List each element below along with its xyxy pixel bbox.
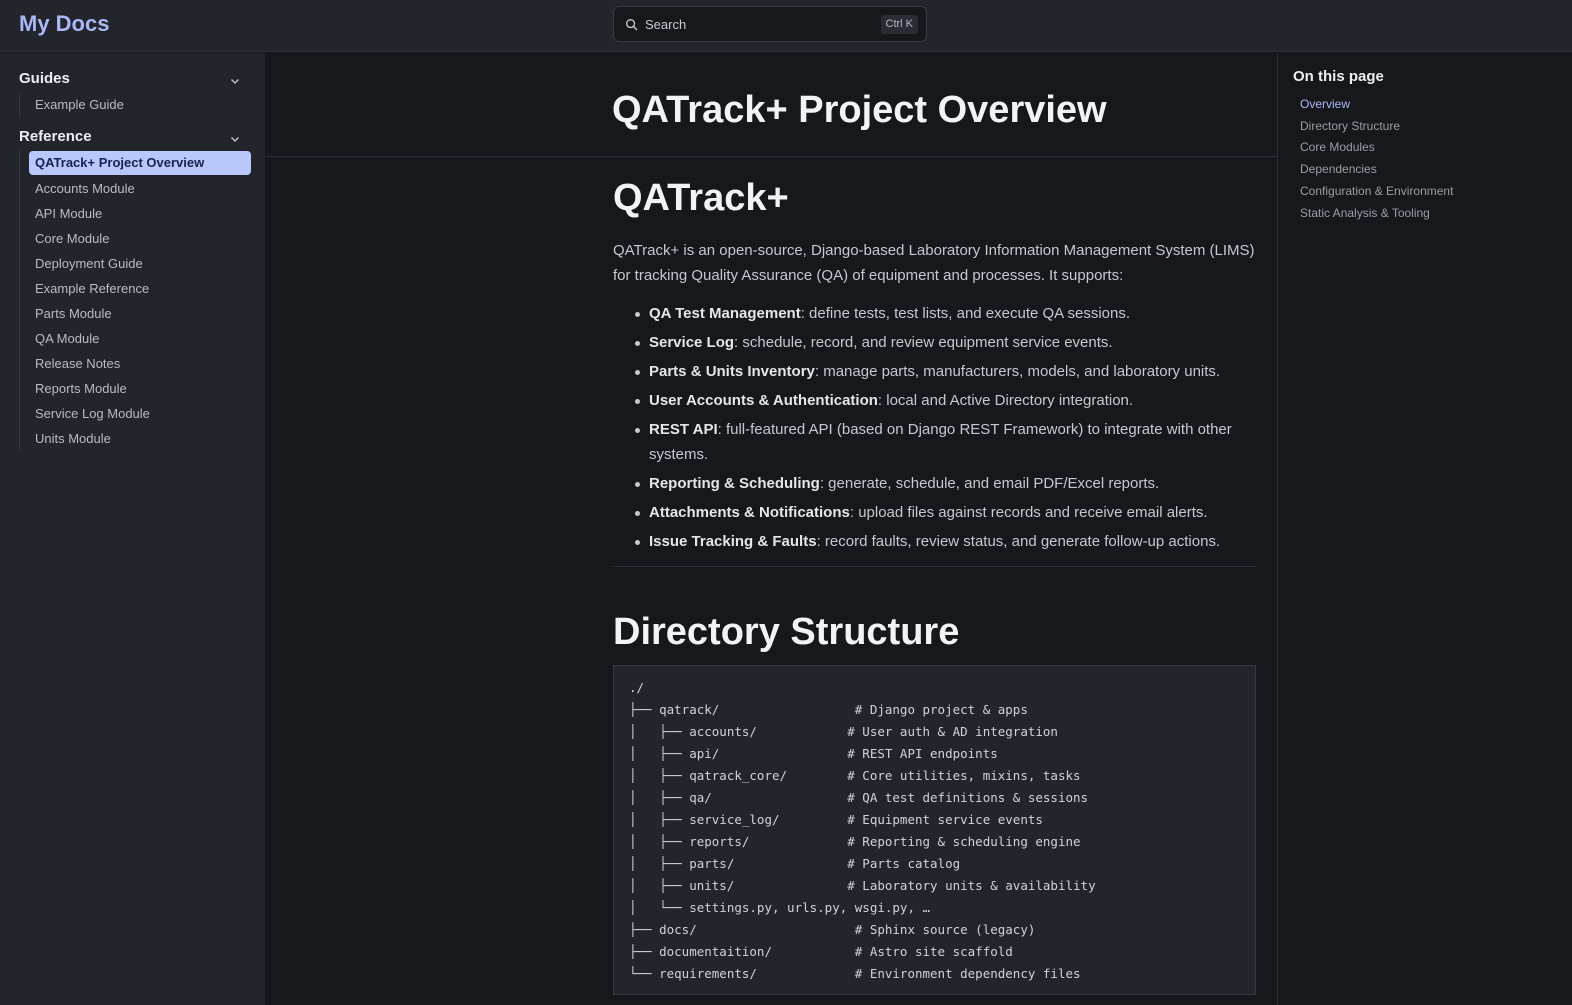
toc-link-directory-structure[interactable]: Directory Structure [1300,119,1400,133]
toc-link-static-analysis[interactable]: Static Analysis & Tooling [1300,206,1430,220]
feature-term: Service Log [649,334,735,351]
sidebar-item-accounts-module[interactable]: Accounts Module [29,177,251,201]
code-line: ./ [629,680,645,695]
feature-list: QA Test Management: define tests, test l… [613,301,1256,558]
sidebar-group-list: QATrack+ Project Overview Accounts Modul… [19,150,251,450]
top-header: My Docs Search Ctrl K [0,0,1572,52]
site-title-link[interactable]: My Docs [19,11,109,37]
feature-term: Issue Tracking & Faults [649,533,817,550]
sidebar-group-list: Example Guide [19,93,124,117]
feature-desc: : record faults, review status, and gene… [816,533,1221,550]
sidebar-group-title: Reference [19,128,92,145]
feature-term: Parts & Units Inventory [649,363,815,380]
sidebar-item-release-notes[interactable]: Release Notes [29,352,251,376]
code-line: ├── documentaition/ # Astro site scaffol… [629,944,1013,959]
feature-term: Attachments & Notifications [649,504,850,521]
feature-term: REST API [649,421,718,438]
sidebar-item-example-reference[interactable]: Example Reference [29,277,251,301]
list-item: Service Log: schedule, record, and revie… [613,330,1256,355]
search-shortcut-badge: Ctrl K [880,15,918,34]
sidebar-group-guides[interactable]: Guides [19,70,245,92]
list-item: Attachments & Notifications: upload file… [613,500,1256,525]
code-line: │ ├── service_log/ # Equipment service e… [629,812,1043,827]
list-item: REST API: full-featured API (based on Dj… [613,417,1256,467]
toc-link-overview[interactable]: Overview [1300,97,1350,111]
toc-link-dependencies[interactable]: Dependencies [1300,162,1377,176]
sidebar-item-parts-module[interactable]: Parts Module [29,302,251,326]
toc-link-core-modules[interactable]: Core Modules [1300,140,1375,154]
sidebar-item-example-guide[interactable]: Example Guide [29,93,251,117]
sidebar-item-deployment-guide[interactable]: Deployment Guide [29,252,251,276]
sidebar-group-reference[interactable]: Reference [19,128,245,150]
code-line: │ ├── api/ # REST API endpoints [629,746,998,761]
sidebar-item-qa-module[interactable]: QA Module [29,327,251,351]
search-icon [625,18,638,31]
toc-link-configuration[interactable]: Configuration & Environment [1300,184,1453,198]
feature-desc: : local and Active Directory integration… [877,392,1134,409]
chevron-down-icon [230,136,240,143]
feature-term: QA Test Management [649,305,801,322]
code-line: │ ├── accounts/ # User auth & AD integra… [629,724,1058,739]
sidebar-item-api-module[interactable]: API Module [29,202,251,226]
code-line: └── requirements/ # Environment dependen… [629,966,1081,981]
code-line: │ ├── units/ # Laboratory units & availa… [629,878,1096,893]
feature-term: User Accounts & Authentication [649,392,878,409]
sidebar: Guides Example Guide Reference QATrack+ … [0,53,265,1005]
intro-paragraph: QATrack+ is an open-source, Django-based… [613,242,1255,284]
code-block[interactable]: ./ ├── qatrack/ # Django project & apps … [613,665,1256,995]
search-button[interactable]: Search Ctrl K [613,6,927,42]
toc-title: On this page [1293,68,1384,85]
feature-desc: : upload files against records and recei… [849,504,1208,521]
section-divider [613,566,1256,567]
feature-desc: : full-featured API (based on Django RES… [649,421,1232,463]
list-item: Reporting & Scheduling: generate, schedu… [613,471,1256,496]
sidebar-item-project-overview[interactable]: QATrack+ Project Overview [29,151,251,175]
code-line: │ ├── qa/ # QA test definitions & sessio… [629,790,1089,805]
feature-term: Reporting & Scheduling [649,475,820,492]
section-heading-overview: QATrack+ [613,177,789,219]
feature-desc: : define tests, test lists, and execute … [800,305,1131,322]
code-line: │ ├── parts/ # Parts catalog [629,856,961,871]
list-item: Issue Tracking & Faults: record faults, … [613,529,1256,554]
code-line: │ └── settings.py, urls.py, wsgi.py, … [629,900,931,915]
feature-desc: : manage parts, manufacturers, models, a… [814,363,1221,380]
feature-desc: : generate, schedule, and email PDF/Exce… [819,475,1160,492]
sidebar-group-title: Guides [19,70,70,87]
toc-divider [1277,53,1278,1005]
code-line: ├── qatrack/ # Django project & apps [629,702,1028,717]
sidebar-item-service-log-module[interactable]: Service Log Module [29,402,251,426]
code-line: │ ├── qatrack_core/ # Core utilities, mi… [629,768,1081,783]
page-title: QATrack+ Project Overview [612,89,1107,131]
code-line: │ ├── reports/ # Reporting & scheduling … [629,834,1081,849]
chevron-down-icon [230,78,240,85]
feature-desc: : schedule, record, and review equipment… [734,334,1113,351]
sidebar-item-core-module[interactable]: Core Module [29,227,251,251]
sidebar-item-units-module[interactable]: Units Module [29,427,251,451]
page-title-area: QATrack+ Project Overview [266,53,1277,157]
list-item: QA Test Management: define tests, test l… [613,301,1256,326]
code-line: ├── docs/ # Sphinx source (legacy) [629,922,1036,937]
section-heading-directory-structure: Directory Structure [613,611,960,653]
list-item: Parts & Units Inventory: manage parts, m… [613,359,1256,384]
list-item: User Accounts & Authentication: local an… [613,388,1256,413]
search-label: Search [645,17,687,32]
sidebar-item-reports-module[interactable]: Reports Module [29,377,251,401]
